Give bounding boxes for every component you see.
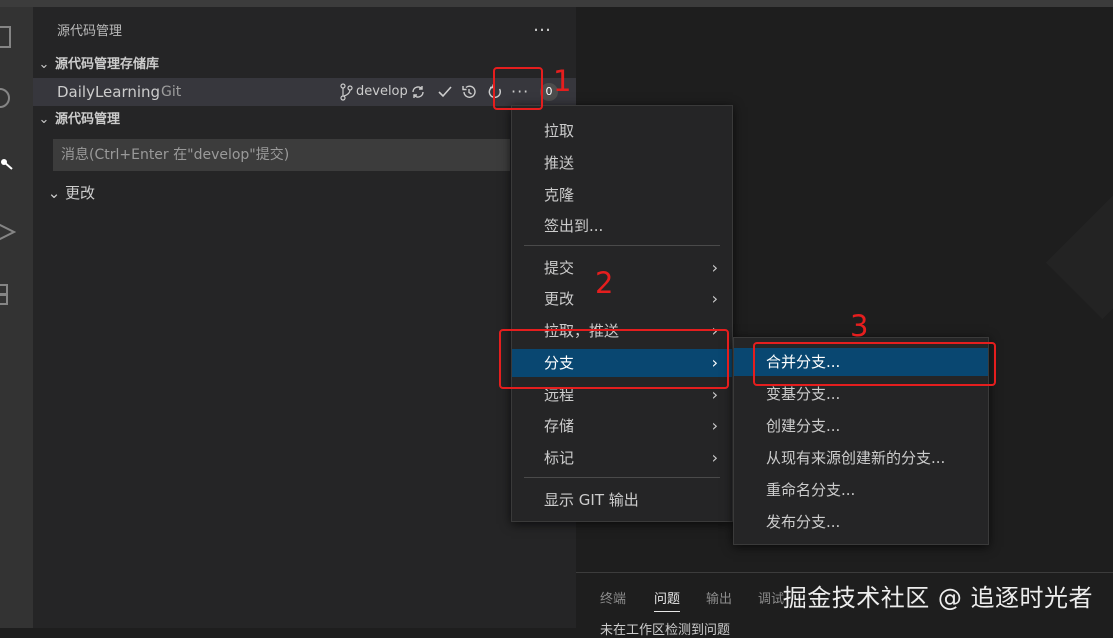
menu-item-changes[interactable]: 更改 › <box>512 285 732 313</box>
history-icon[interactable] <box>461 84 477 100</box>
repos-section-label: 源代码管理存储库 <box>55 57 160 72</box>
commit-check-icon[interactable] <box>437 84 453 100</box>
menu-item-show-git-output[interactable]: 显示 GIT 输出 <box>512 486 732 514</box>
editor-watermark-logo <box>1045 184 1113 320</box>
sync-icon[interactable] <box>410 84 426 100</box>
chevron-down-icon: ⌄ <box>38 112 50 127</box>
menu-item-checkout[interactable]: 签出到... <box>512 212 732 240</box>
repo-type: Git <box>161 84 182 100</box>
changes-group-header[interactable]: ⌄ 更改 <box>47 182 95 204</box>
submenu-item-rename-branch[interactable]: 重命名分支... <box>734 476 988 504</box>
menu-item-stash[interactable]: 存储 › <box>512 412 732 440</box>
annotation-box-2 <box>499 329 729 389</box>
tab-problems[interactable]: 问题 <box>654 588 681 612</box>
sidebar-more-button[interactable]: … <box>533 15 552 36</box>
watermark-text: 掘金技术社区 @ 追逐时光者 <box>782 584 1093 612</box>
tab-terminal[interactable]: 终端 <box>600 588 626 607</box>
run-debug-icon[interactable] <box>0 219 16 245</box>
annotation-number-1: 1 <box>553 64 572 98</box>
chevron-down-icon: ⌄ <box>38 57 50 72</box>
annotation-box-3 <box>753 342 996 386</box>
search-icon[interactable] <box>0 85 16 111</box>
menu-item-pull[interactable]: 拉取 <box>512 117 732 145</box>
tab-output[interactable]: 输出 <box>706 588 732 607</box>
branch-label[interactable]: develop <box>356 78 408 106</box>
chevron-right-icon: › <box>711 258 718 277</box>
chevron-right-icon: › <box>711 289 718 308</box>
tab-debug[interactable]: 调试 <box>758 588 784 607</box>
explorer-icon[interactable] <box>0 23 16 49</box>
problems-message: 未在工作区检测到问题 <box>600 623 731 638</box>
title-bar <box>0 0 1113 7</box>
annotation-number-3: 3 <box>850 309 869 343</box>
activity-bar <box>0 7 33 628</box>
branch-icon <box>340 83 353 101</box>
menu-separator <box>524 245 720 246</box>
submenu-item-create-branch-from[interactable]: 从现有来源创建新的分支... <box>734 444 988 472</box>
menu-item-push[interactable]: 推送 <box>512 149 732 177</box>
scm-section-label: 源代码管理 <box>55 112 121 127</box>
source-control-icon[interactable] <box>0 149 16 175</box>
submenu-item-create-branch[interactable]: 创建分支... <box>734 412 988 440</box>
annotation-number-2: 2 <box>595 266 614 300</box>
extensions-icon[interactable] <box>0 283 16 309</box>
repos-section-header[interactable]: ⌄ 源代码管理存储库 <box>37 54 159 76</box>
submenu-item-publish-branch[interactable]: 发布分支... <box>734 508 988 536</box>
repo-more-actions-menu: 拉取 推送 克隆 签出到... 提交 › 更改 › 拉取，推送 › 分支 › 远程 › 存… <box>511 105 733 522</box>
sidebar-title: 源代码管理 <box>57 24 123 39</box>
commit-message-input[interactable] <box>53 139 510 171</box>
changes-label: 更改 <box>65 184 96 202</box>
menu-item-tags[interactable]: 标记 › <box>512 444 732 472</box>
repo-name: DailyLearning <box>57 83 161 101</box>
menu-separator <box>524 477 720 478</box>
annotation-box-1 <box>493 67 543 110</box>
menu-item-clone[interactable]: 克隆 <box>512 181 732 209</box>
menu-item-commit[interactable]: 提交 › <box>512 254 732 282</box>
scm-section-header[interactable]: ⌄ 源代码管理 <box>37 109 120 131</box>
chevron-down-icon: ⌄ <box>47 184 61 202</box>
chevron-right-icon: › <box>711 448 718 467</box>
chevron-right-icon: › <box>711 416 718 435</box>
